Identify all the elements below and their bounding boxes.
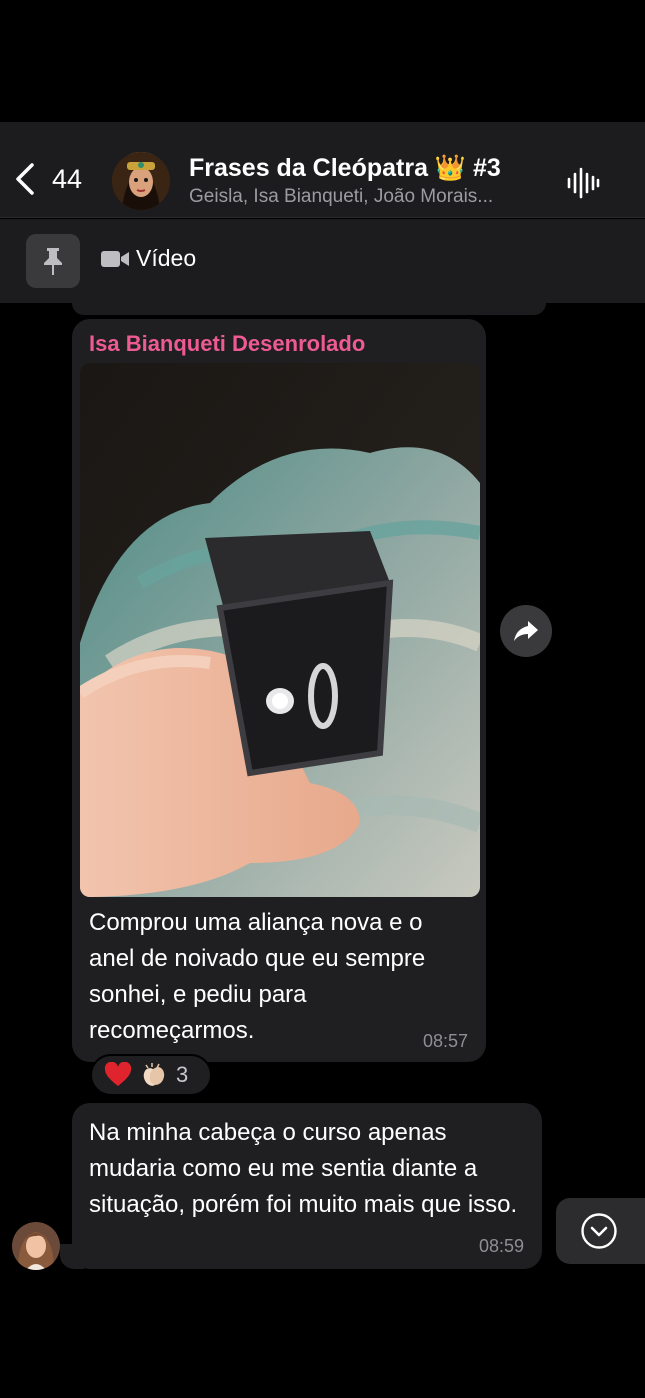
message-bubble[interactable]: Isa Bianqueti Desenrolado Comprou uma al… [72,319,486,1062]
previous-message-edge [72,303,546,315]
clapping-hands-icon [143,1063,165,1086]
message-photo[interactable] [80,363,480,897]
chat-header: 44 Frases da Cleópatra 👑 #3 Geisla, Isa … [0,122,645,218]
sender-name[interactable]: Isa Bianqueti Desenrolado [89,331,365,357]
pinned-media-label: Vídeo [136,245,197,271]
video-camera-icon [101,250,129,267]
pinned-message-bar[interactable]: Vídeo [0,219,645,303]
group-avatar[interactable] [112,152,170,210]
reaction-count: 3 [176,1062,189,1087]
unread-count: 44 [52,163,83,194]
group-title[interactable]: Frases da Cleópatra 👑 #3 [189,154,501,183]
chevron-left-icon [16,163,34,195]
message-reactions[interactable]: 3 [90,1054,212,1096]
forward-button[interactable] [500,605,552,657]
pinned-media[interactable]: Vídeo [100,245,196,272]
chevron-down-circle-icon [581,1213,617,1249]
back-button[interactable]: 44 [12,162,82,196]
photo-ring-box [80,363,480,897]
message-time: 08:59 [478,1236,524,1256]
message-text: Na minha cabeça o curso apenas mudaria c… [89,1119,518,1218]
message-time: 08:57 [422,1031,468,1051]
sender-avatar[interactable] [12,1222,60,1270]
red-heart-icon [104,1062,132,1086]
share-arrow-icon [514,621,538,641]
voice-chat-icon[interactable] [566,166,600,200]
pin-button[interactable] [26,234,80,288]
message-text: Comprou uma aliança nova e o anel de noi… [89,909,426,1044]
message-bubble[interactable]: Na minha cabeça o curso apenas mudaria c… [72,1103,542,1269]
scroll-to-bottom-button[interactable] [556,1198,645,1264]
group-members[interactable]: Geisla, Isa Bianqueti, João Morais... [189,186,493,208]
pin-icon [44,248,62,275]
